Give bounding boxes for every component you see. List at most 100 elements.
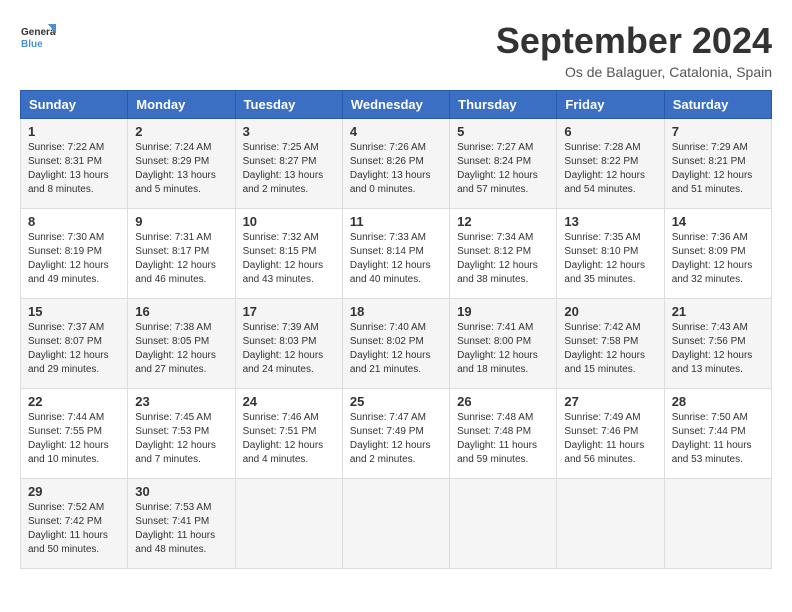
calendar-cell: 8 Sunrise: 7:30 AM Sunset: 8:19 PM Dayli… — [21, 209, 128, 299]
day-number: 19 — [457, 304, 549, 319]
cell-info: Sunrise: 7:38 AM Sunset: 8:05 PM Dayligh… — [135, 321, 227, 377]
day-number: 18 — [350, 304, 442, 319]
day-number: 2 — [135, 124, 227, 139]
cell-info: Sunrise: 7:25 AM Sunset: 8:27 PM Dayligh… — [243, 141, 335, 197]
cell-info: Sunrise: 7:22 AM Sunset: 8:31 PM Dayligh… — [28, 141, 120, 197]
calendar-cell: 26 Sunrise: 7:48 AM Sunset: 7:48 PM Dayl… — [450, 389, 557, 479]
calendar-cell: 11 Sunrise: 7:33 AM Sunset: 8:14 PM Dayl… — [342, 209, 449, 299]
day-number: 7 — [672, 124, 764, 139]
subtitle: Os de Balaguer, Catalonia, Spain — [496, 64, 772, 80]
calendar-cell: 18 Sunrise: 7:40 AM Sunset: 8:02 PM Dayl… — [342, 299, 449, 389]
calendar-cell: 24 Sunrise: 7:46 AM Sunset: 7:51 PM Dayl… — [235, 389, 342, 479]
calendar-cell: 23 Sunrise: 7:45 AM Sunset: 7:53 PM Dayl… — [128, 389, 235, 479]
day-number: 23 — [135, 394, 227, 409]
cell-info: Sunrise: 7:37 AM Sunset: 8:07 PM Dayligh… — [28, 321, 120, 377]
calendar-cell: 14 Sunrise: 7:36 AM Sunset: 8:09 PM Dayl… — [664, 209, 771, 299]
calendar-cell — [342, 479, 449, 569]
calendar-cell: 2 Sunrise: 7:24 AM Sunset: 8:29 PM Dayli… — [128, 119, 235, 209]
cell-info: Sunrise: 7:42 AM Sunset: 7:58 PM Dayligh… — [564, 321, 656, 377]
calendar-week-row: 1 Sunrise: 7:22 AM Sunset: 8:31 PM Dayli… — [21, 119, 772, 209]
column-header-friday: Friday — [557, 91, 664, 119]
calendar-cell: 10 Sunrise: 7:32 AM Sunset: 8:15 PM Dayl… — [235, 209, 342, 299]
calendar-cell — [450, 479, 557, 569]
column-header-saturday: Saturday — [664, 91, 771, 119]
calendar-week-row: 15 Sunrise: 7:37 AM Sunset: 8:07 PM Dayl… — [21, 299, 772, 389]
cell-info: Sunrise: 7:34 AM Sunset: 8:12 PM Dayligh… — [457, 231, 549, 287]
cell-info: Sunrise: 7:46 AM Sunset: 7:51 PM Dayligh… — [243, 411, 335, 467]
cell-info: Sunrise: 7:44 AM Sunset: 7:55 PM Dayligh… — [28, 411, 120, 467]
calendar-cell: 7 Sunrise: 7:29 AM Sunset: 8:21 PM Dayli… — [664, 119, 771, 209]
day-number: 20 — [564, 304, 656, 319]
day-number: 28 — [672, 394, 764, 409]
cell-info: Sunrise: 7:39 AM Sunset: 8:03 PM Dayligh… — [243, 321, 335, 377]
calendar-cell: 20 Sunrise: 7:42 AM Sunset: 7:58 PM Dayl… — [557, 299, 664, 389]
calendar-cell: 1 Sunrise: 7:22 AM Sunset: 8:31 PM Dayli… — [21, 119, 128, 209]
cell-info: Sunrise: 7:26 AM Sunset: 8:26 PM Dayligh… — [350, 141, 442, 197]
calendar-cell: 17 Sunrise: 7:39 AM Sunset: 8:03 PM Dayl… — [235, 299, 342, 389]
column-header-sunday: Sunday — [21, 91, 128, 119]
cell-info: Sunrise: 7:49 AM Sunset: 7:46 PM Dayligh… — [564, 411, 656, 467]
day-number: 25 — [350, 394, 442, 409]
cell-info: Sunrise: 7:40 AM Sunset: 8:02 PM Dayligh… — [350, 321, 442, 377]
day-number: 8 — [28, 214, 120, 229]
day-number: 10 — [243, 214, 335, 229]
calendar-cell — [235, 479, 342, 569]
svg-text:Blue: Blue — [21, 39, 43, 50]
logo: General Blue — [20, 20, 56, 56]
cell-info: Sunrise: 7:36 AM Sunset: 8:09 PM Dayligh… — [672, 231, 764, 287]
day-number: 26 — [457, 394, 549, 409]
calendar-cell: 27 Sunrise: 7:49 AM Sunset: 7:46 PM Dayl… — [557, 389, 664, 479]
cell-info: Sunrise: 7:24 AM Sunset: 8:29 PM Dayligh… — [135, 141, 227, 197]
day-number: 1 — [28, 124, 120, 139]
calendar-cell — [557, 479, 664, 569]
logo-graphic: General Blue — [20, 20, 56, 56]
day-number: 14 — [672, 214, 764, 229]
calendar-cell: 9 Sunrise: 7:31 AM Sunset: 8:17 PM Dayli… — [128, 209, 235, 299]
cell-info: Sunrise: 7:41 AM Sunset: 8:00 PM Dayligh… — [457, 321, 549, 377]
column-header-thursday: Thursday — [450, 91, 557, 119]
calendar-week-row: 8 Sunrise: 7:30 AM Sunset: 8:19 PM Dayli… — [21, 209, 772, 299]
day-number: 4 — [350, 124, 442, 139]
cell-info: Sunrise: 7:45 AM Sunset: 7:53 PM Dayligh… — [135, 411, 227, 467]
day-number: 17 — [243, 304, 335, 319]
month-title: September 2024 — [496, 20, 772, 62]
cell-info: Sunrise: 7:43 AM Sunset: 7:56 PM Dayligh… — [672, 321, 764, 377]
calendar-cell — [664, 479, 771, 569]
calendar-cell: 29 Sunrise: 7:52 AM Sunset: 7:42 PM Dayl… — [21, 479, 128, 569]
day-number: 3 — [243, 124, 335, 139]
calendar-week-row: 22 Sunrise: 7:44 AM Sunset: 7:55 PM Dayl… — [21, 389, 772, 479]
cell-info: Sunrise: 7:28 AM Sunset: 8:22 PM Dayligh… — [564, 141, 656, 197]
day-number: 11 — [350, 214, 442, 229]
page-header: General Blue September 2024 Os de Balagu… — [20, 20, 772, 80]
cell-info: Sunrise: 7:32 AM Sunset: 8:15 PM Dayligh… — [243, 231, 335, 287]
calendar-cell: 30 Sunrise: 7:53 AM Sunset: 7:41 PM Dayl… — [128, 479, 235, 569]
cell-info: Sunrise: 7:30 AM Sunset: 8:19 PM Dayligh… — [28, 231, 120, 287]
day-number: 21 — [672, 304, 764, 319]
calendar-cell: 19 Sunrise: 7:41 AM Sunset: 8:00 PM Dayl… — [450, 299, 557, 389]
calendar-header-row: SundayMondayTuesdayWednesdayThursdayFrid… — [21, 91, 772, 119]
column-header-monday: Monday — [128, 91, 235, 119]
calendar-cell: 21 Sunrise: 7:43 AM Sunset: 7:56 PM Dayl… — [664, 299, 771, 389]
calendar-cell: 16 Sunrise: 7:38 AM Sunset: 8:05 PM Dayl… — [128, 299, 235, 389]
title-area: September 2024 Os de Balaguer, Catalonia… — [496, 20, 772, 80]
cell-info: Sunrise: 7:29 AM Sunset: 8:21 PM Dayligh… — [672, 141, 764, 197]
cell-info: Sunrise: 7:53 AM Sunset: 7:41 PM Dayligh… — [135, 501, 227, 557]
calendar-cell: 25 Sunrise: 7:47 AM Sunset: 7:49 PM Dayl… — [342, 389, 449, 479]
calendar-cell: 12 Sunrise: 7:34 AM Sunset: 8:12 PM Dayl… — [450, 209, 557, 299]
cell-info: Sunrise: 7:50 AM Sunset: 7:44 PM Dayligh… — [672, 411, 764, 467]
calendar-body: 1 Sunrise: 7:22 AM Sunset: 8:31 PM Dayli… — [21, 119, 772, 569]
day-number: 9 — [135, 214, 227, 229]
calendar-week-row: 29 Sunrise: 7:52 AM Sunset: 7:42 PM Dayl… — [21, 479, 772, 569]
cell-info: Sunrise: 7:31 AM Sunset: 8:17 PM Dayligh… — [135, 231, 227, 287]
column-header-tuesday: Tuesday — [235, 91, 342, 119]
day-number: 13 — [564, 214, 656, 229]
day-number: 27 — [564, 394, 656, 409]
cell-info: Sunrise: 7:52 AM Sunset: 7:42 PM Dayligh… — [28, 501, 120, 557]
day-number: 16 — [135, 304, 227, 319]
day-number: 24 — [243, 394, 335, 409]
day-number: 12 — [457, 214, 549, 229]
day-number: 5 — [457, 124, 549, 139]
calendar-cell: 6 Sunrise: 7:28 AM Sunset: 8:22 PM Dayli… — [557, 119, 664, 209]
calendar-cell: 4 Sunrise: 7:26 AM Sunset: 8:26 PM Dayli… — [342, 119, 449, 209]
cell-info: Sunrise: 7:27 AM Sunset: 8:24 PM Dayligh… — [457, 141, 549, 197]
